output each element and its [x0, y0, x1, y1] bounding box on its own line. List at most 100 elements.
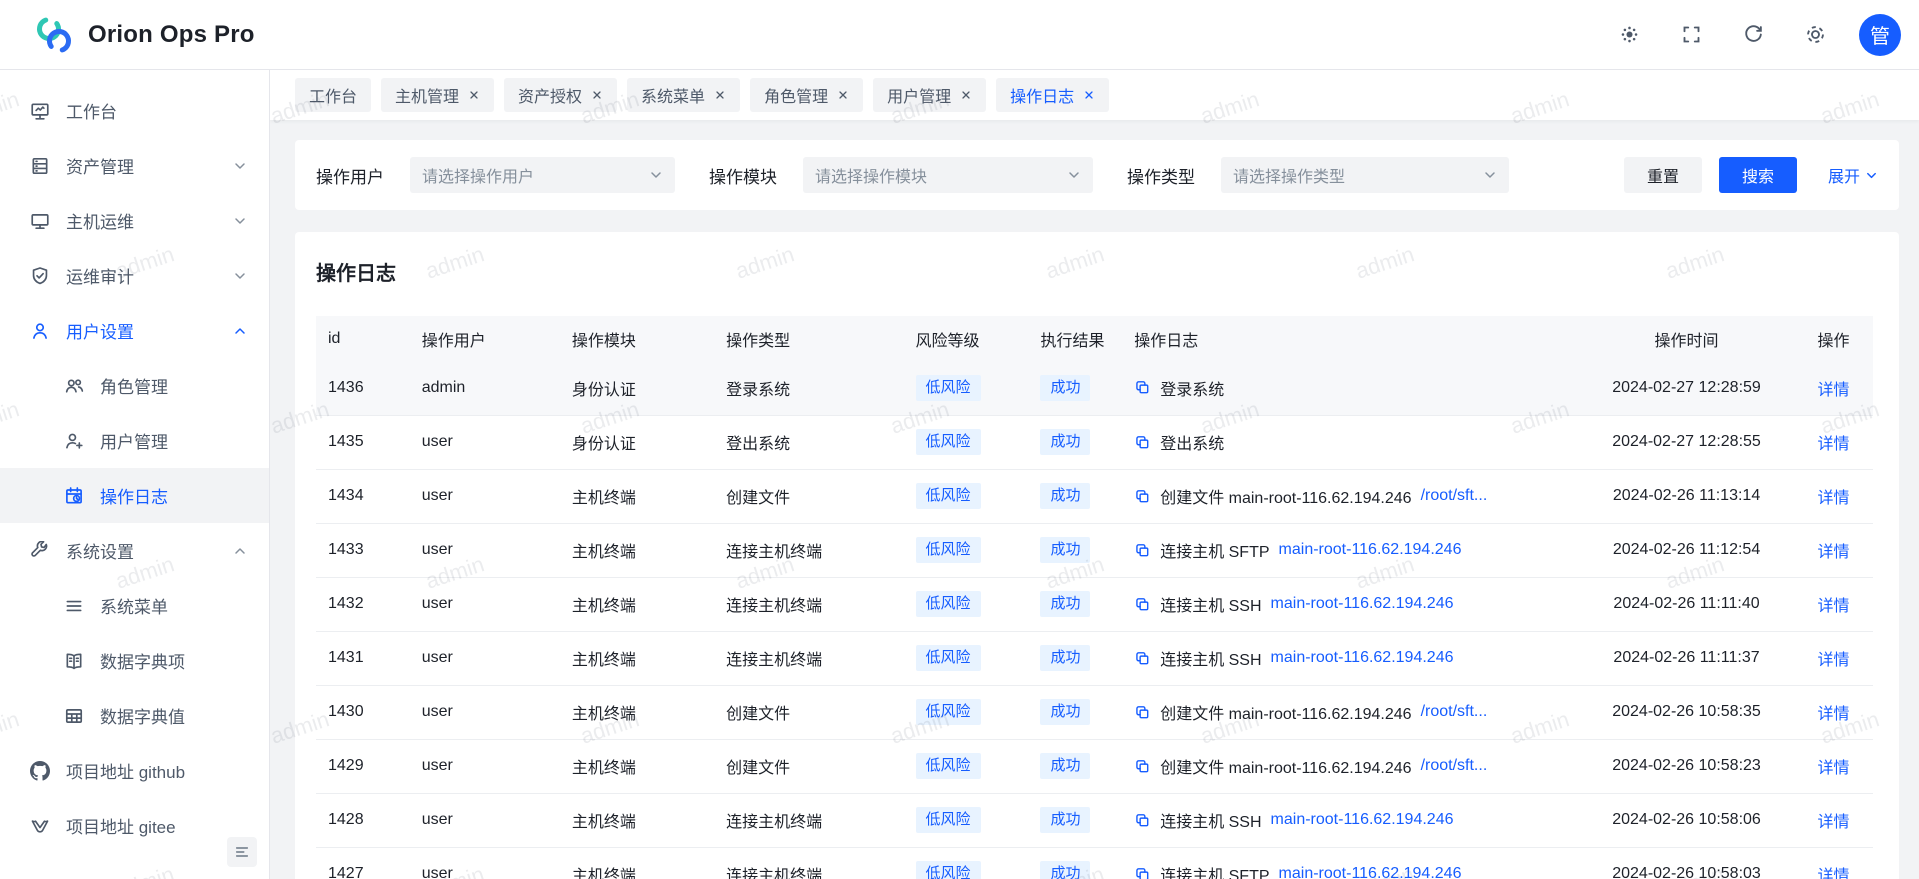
log-link[interactable]: main-root-116.62.194.246 [1271, 811, 1454, 829]
sidebar-item-assets[interactable]: 资产管理 [0, 138, 269, 193]
log-text: 创建文件 main-root-116.62.194.246 [1160, 754, 1411, 778]
tab-系统菜单[interactable]: 系统菜单 [627, 78, 740, 112]
log-text: 登出系统 [1160, 430, 1224, 454]
sidebar-item-github[interactable]: 项目地址 github [0, 743, 269, 798]
expand-toggle[interactable]: 展开 [1828, 163, 1878, 187]
chevron-down-icon [233, 159, 247, 173]
result-badge: 成功 [1040, 537, 1090, 563]
cell-type: 连接主机终端 [714, 523, 903, 577]
tab-资产授权[interactable]: 资产授权 [504, 78, 617, 112]
close-icon[interactable] [468, 89, 480, 101]
risk-badge: 低风险 [916, 699, 981, 725]
tab-工作台[interactable]: 工作台 [295, 78, 371, 112]
column-header-id: id [316, 316, 410, 361]
refresh-icon[interactable] [1735, 17, 1771, 53]
detail-link[interactable]: 详情 [1817, 706, 1849, 723]
log-link[interactable]: /root/sft... [1421, 757, 1488, 775]
cell-type: 登出系统 [714, 415, 903, 469]
detail-link[interactable]: 详情 [1817, 652, 1849, 669]
copy-icon[interactable] [1134, 434, 1151, 451]
fullscreen-icon[interactable] [1673, 17, 1709, 53]
book-icon [64, 651, 84, 671]
host-icon [30, 211, 50, 231]
cell-module: 主机终端 [560, 577, 714, 631]
detail-link[interactable]: 详情 [1817, 760, 1849, 777]
detail-link[interactable]: 详情 [1817, 490, 1849, 507]
column-header-操作: 操作 [1805, 316, 1873, 361]
settings-gear-icon[interactable] [1797, 17, 1833, 53]
cell-user: user [410, 685, 560, 739]
tab-主机管理[interactable]: 主机管理 [381, 78, 494, 112]
cell-log: 创建文件 main-root-116.62.194.246/root/sft..… [1122, 739, 1567, 793]
filter-actions: 重置 搜索 展开 [1624, 157, 1878, 193]
copy-icon[interactable] [1134, 704, 1151, 721]
close-icon[interactable] [837, 89, 849, 101]
detail-link[interactable]: 详情 [1817, 868, 1849, 879]
sidebar-item-wrench[interactable]: 系统设置 [0, 523, 269, 578]
close-icon[interactable] [960, 89, 972, 101]
sidebar-collapse-button[interactable] [227, 837, 257, 867]
chevron-down-icon [233, 269, 247, 283]
log-text: 连接主机 SSH [1160, 808, 1261, 832]
cell-module: 身份认证 [560, 415, 714, 469]
sidebar-item-book[interactable]: 数据字典项 [0, 633, 269, 688]
cell-id: 1433 [316, 523, 410, 577]
log-link[interactable]: main-root-116.62.194.246 [1279, 541, 1462, 559]
log-link[interactable]: main-root-116.62.194.246 [1271, 595, 1454, 613]
detail-link[interactable]: 详情 [1817, 814, 1849, 831]
select-placeholder: 请选择操作模块 [815, 163, 927, 187]
sidebar-item-menu[interactable]: 系统菜单 [0, 578, 269, 633]
select-操作类型[interactable]: 请选择操作类型 [1221, 157, 1509, 193]
sidebar-item-label: 操作日志 [100, 483, 168, 508]
copy-icon[interactable] [1134, 650, 1151, 667]
copy-icon[interactable] [1134, 488, 1151, 505]
sidebar-item-workbench[interactable]: 工作台 [0, 83, 269, 138]
cell-result: 成功 [1028, 631, 1122, 685]
sidebar-item-role[interactable]: 角色管理 [0, 358, 269, 413]
select-操作模块[interactable]: 请选择操作模块 [803, 157, 1093, 193]
log-link[interactable]: main-root-116.62.194.246 [1279, 865, 1462, 879]
reset-button[interactable]: 重置 [1624, 157, 1702, 193]
column-header-操作日志: 操作日志 [1122, 316, 1567, 361]
cell-risk: 低风险 [904, 685, 1029, 739]
sidebar-item-host[interactable]: 主机运维 [0, 193, 269, 248]
copy-icon[interactable] [1134, 758, 1151, 775]
app-title: Orion Ops Pro [88, 21, 255, 49]
detail-link[interactable]: 详情 [1817, 382, 1849, 399]
cell-user: user [410, 739, 560, 793]
risk-badge: 低风险 [916, 591, 981, 617]
sidebar-item-label: 系统菜单 [100, 593, 168, 618]
log-content: 连接主机 SFTPmain-root-116.62.194.246 [1134, 538, 1555, 562]
tab-用户管理[interactable]: 用户管理 [873, 78, 986, 112]
close-icon[interactable] [591, 89, 603, 101]
user-avatar[interactable]: 管 [1859, 14, 1901, 56]
sidebar-item-grid[interactable]: 数据字典值 [0, 688, 269, 743]
sidebar-item-oplog[interactable]: 操作日志 [0, 468, 269, 523]
copy-icon[interactable] [1134, 812, 1151, 829]
detail-link[interactable]: 详情 [1817, 544, 1849, 561]
sidebar-item-useradd[interactable]: 用户管理 [0, 413, 269, 468]
copy-icon[interactable] [1134, 379, 1151, 396]
detail-link[interactable]: 详情 [1817, 436, 1849, 453]
log-content: 连接主机 SSHmain-root-116.62.194.246 [1134, 592, 1555, 616]
sidebar-item-user[interactable]: 用户设置 [0, 303, 269, 358]
close-icon[interactable] [1083, 89, 1095, 101]
select-操作用户[interactable]: 请选择操作用户 [410, 157, 675, 193]
result-badge: 成功 [1040, 699, 1090, 725]
filter-bar: 操作用户请选择操作用户操作模块请选择操作模块操作类型请选择操作类型 重置 搜索 … [295, 140, 1899, 210]
cell-id: 1435 [316, 415, 410, 469]
log-link[interactable]: main-root-116.62.194.246 [1271, 649, 1454, 667]
search-button[interactable]: 搜索 [1719, 157, 1797, 193]
theme-sun-icon[interactable] [1611, 17, 1647, 53]
tab-角色管理[interactable]: 角色管理 [750, 78, 863, 112]
tab-操作日志[interactable]: 操作日志 [996, 78, 1109, 112]
copy-icon[interactable] [1134, 596, 1151, 613]
sidebar-item-audit[interactable]: 运维审计 [0, 248, 269, 303]
log-link[interactable]: /root/sft... [1421, 703, 1488, 721]
close-icon[interactable] [714, 89, 726, 101]
table-row: 1433user主机终端连接主机终端低风险成功连接主机 SFTPmain-roo… [316, 523, 1873, 577]
detail-link[interactable]: 详情 [1817, 598, 1849, 615]
copy-icon[interactable] [1134, 866, 1151, 879]
log-link[interactable]: /root/sft... [1421, 487, 1488, 505]
copy-icon[interactable] [1134, 542, 1151, 559]
